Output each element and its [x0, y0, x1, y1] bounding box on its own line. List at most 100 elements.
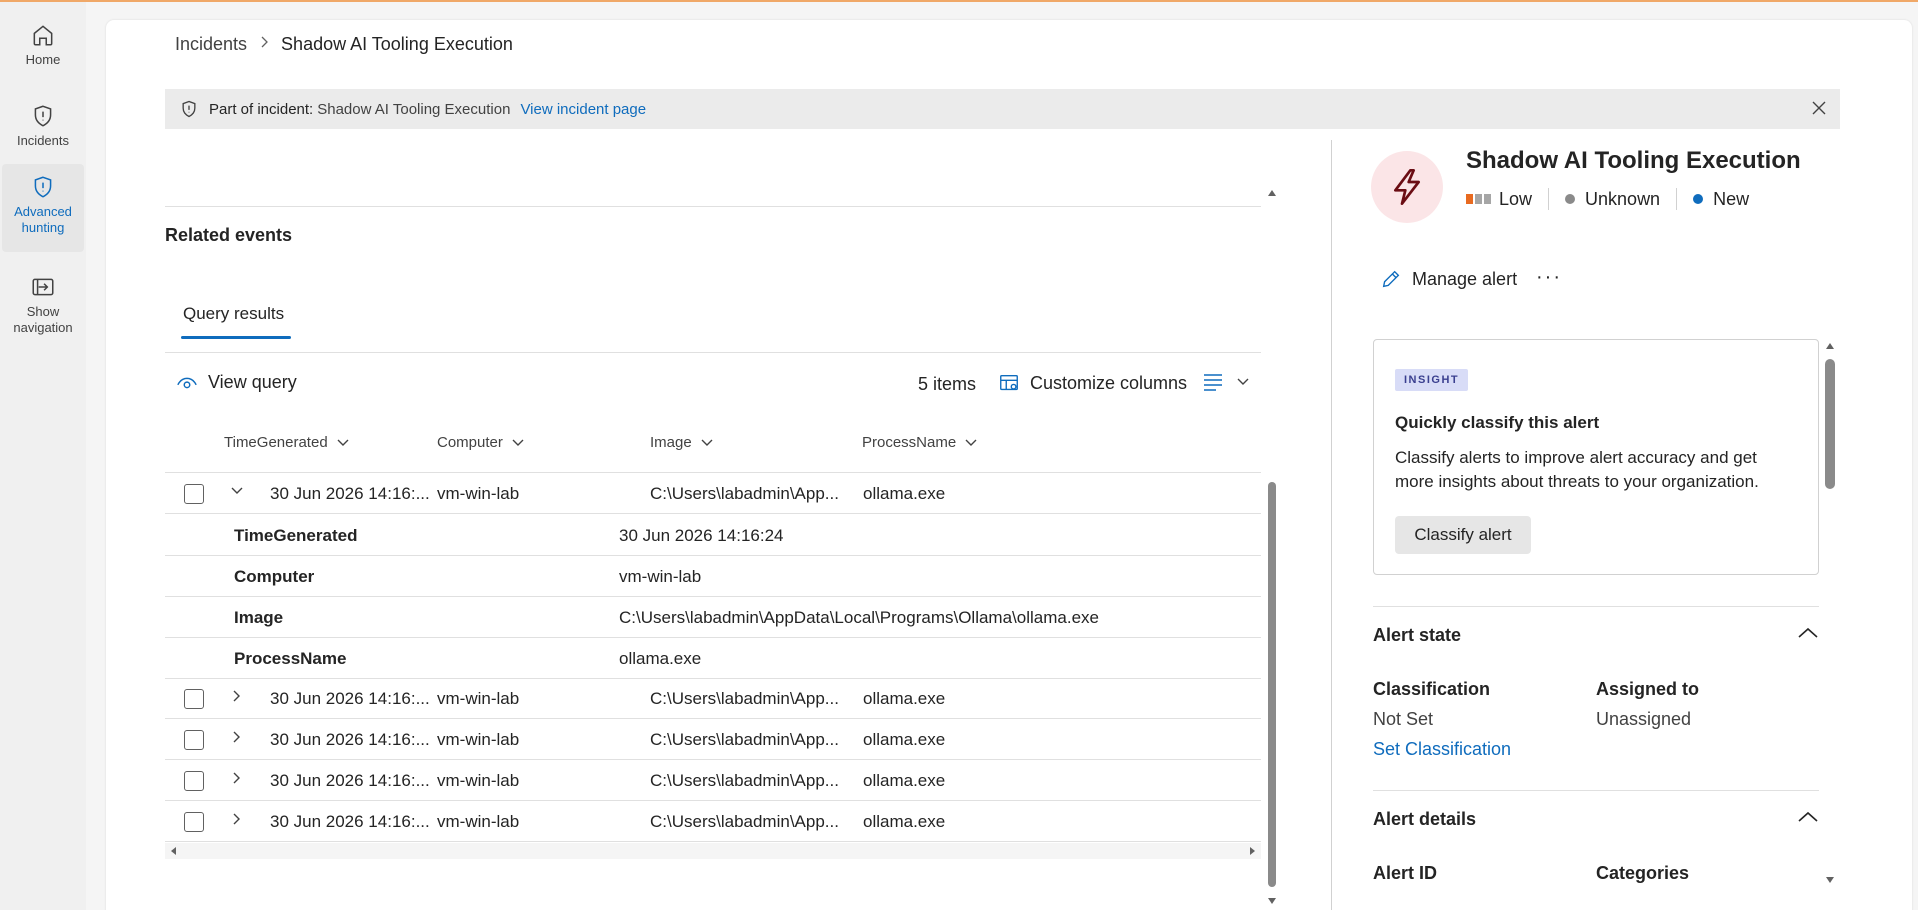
table-row[interactable]: 30 Jun 2026 14:16:... vm-win-lab C:\User… — [165, 473, 1261, 514]
column-header-label: Image — [650, 434, 692, 451]
cell-computer: vm-win-lab — [437, 484, 520, 503]
classify-alert-button[interactable]: Classify alert — [1395, 516, 1531, 554]
detail-row: Image C:\Users\labadmin\AppData\Local\Pr… — [165, 597, 1261, 638]
column-header-label: Computer — [437, 434, 503, 451]
detail-key: TimeGenerated — [234, 526, 358, 545]
assigned-to-value: Unassigned — [1596, 709, 1692, 729]
column-header-label: TimeGenerated — [224, 434, 328, 451]
chevron-down-icon[interactable] — [229, 483, 245, 504]
cell-image: C:\Users\labadmin\App... — [650, 689, 839, 708]
scroll-down-icon[interactable] — [1825, 875, 1835, 885]
shield-info-icon — [179, 99, 199, 119]
left-navigation: Home Incidents Advanced hunting Show nav… — [0, 2, 86, 910]
detail-row: ProcessName ollama.exe — [165, 638, 1261, 679]
column-header-image[interactable]: Image — [650, 434, 714, 451]
manage-alert-button[interactable]: Manage alert — [1380, 268, 1517, 290]
nav-incidents[interactable]: Incidents — [0, 103, 86, 149]
banner-incident-name: Shadow AI Tooling Execution — [317, 100, 511, 118]
alert-details-title: Alert details — [1373, 809, 1477, 829]
chevron-right-icon — [259, 35, 269, 54]
shield-alert-icon — [34, 105, 52, 127]
scroll-down-icon[interactable] — [1267, 896, 1277, 906]
chevron-right-icon[interactable] — [229, 811, 245, 832]
severity-label: Low — [1499, 188, 1533, 209]
alert-details-section-header[interactable]: Alert details — [1373, 809, 1819, 830]
right-panel-scrollbar[interactable] — [1822, 339, 1838, 889]
insight-card: INSIGHT Quickly classify this alert Clas… — [1373, 339, 1819, 575]
alert-state-section-header[interactable]: Alert state — [1373, 625, 1819, 646]
unknown-dot-icon — [1565, 194, 1576, 204]
column-header-timegenerated[interactable]: TimeGenerated — [224, 434, 350, 451]
detail-value: ollama.exe — [619, 649, 702, 668]
detail-row: TimeGenerated 30 Jun 2026 14:16:24 — [165, 515, 1261, 556]
nav-advanced-label-2: hunting — [21, 220, 65, 235]
tab-query-results[interactable]: Query results — [183, 304, 284, 324]
chevron-right-icon[interactable] — [229, 688, 245, 709]
status-label: New — [1713, 188, 1750, 209]
chevron-down-icon — [1237, 378, 1249, 385]
insight-badge: INSIGHT — [1395, 369, 1469, 391]
customize-columns-button[interactable]: Customize columns — [998, 372, 1187, 394]
horizontal-scrollbar[interactable] — [165, 843, 1261, 859]
cell-computer: vm-win-lab — [437, 812, 520, 831]
nav-show-label-2: navigation — [13, 320, 73, 335]
nav-advanced-hunting[interactable]: Advanced hunting — [2, 164, 84, 252]
row-checkbox[interactable] — [184, 730, 204, 750]
panel-divider — [1331, 140, 1332, 910]
row-density-dropdown[interactable] — [1202, 372, 1250, 392]
vertical-scrollbar[interactable] — [1264, 188, 1280, 910]
cell-time: 30 Jun 2026 14:16:... — [270, 689, 430, 708]
nav-home[interactable]: Home — [0, 22, 86, 68]
scrollbar-thumb[interactable] — [1825, 359, 1835, 489]
expand-panel-icon — [32, 278, 54, 296]
scroll-up-icon[interactable] — [1267, 188, 1277, 198]
breadcrumb-incidents-link[interactable]: Incidents — [175, 34, 247, 55]
classification-value: Not Set — [1373, 709, 1434, 729]
scrollbar-thumb[interactable] — [1268, 482, 1276, 887]
status-dot-icon — [1693, 194, 1704, 204]
row-checkbox[interactable] — [184, 812, 204, 832]
row-checkbox[interactable] — [184, 689, 204, 709]
scroll-right-icon[interactable] — [1247, 846, 1257, 856]
chevron-right-icon[interactable] — [229, 770, 245, 791]
detail-value: vm-win-lab — [619, 567, 702, 586]
table-row[interactable]: 30 Jun 2026 14:16:... vm-win-lab C:\User… — [165, 719, 1261, 760]
determination-label: Unknown — [1585, 188, 1661, 209]
chevron-down-icon — [337, 439, 349, 446]
nav-incidents-label: Incidents — [16, 133, 70, 148]
manage-alert-label: Manage alert — [1412, 268, 1518, 289]
cell-process: ollama.exe — [863, 484, 946, 503]
table-row[interactable]: 30 Jun 2026 14:16:... vm-win-lab C:\User… — [165, 678, 1261, 719]
home-icon — [33, 25, 53, 46]
divider — [165, 206, 1261, 207]
close-icon[interactable] — [1810, 99, 1828, 121]
alert-id-label: Alert ID — [1373, 863, 1438, 883]
breadcrumb-current: Shadow AI Tooling Execution — [281, 34, 513, 54]
chevron-down-icon — [512, 439, 524, 446]
items-count: 5 items — [918, 374, 977, 394]
set-classification-link[interactable]: Set Classification — [1373, 739, 1511, 760]
column-header-computer[interactable]: Computer — [437, 434, 525, 451]
assigned-to-label: Assigned to — [1596, 679, 1700, 699]
more-options-button[interactable]: ··· — [1536, 266, 1562, 289]
divider — [1548, 188, 1550, 210]
chevron-right-icon[interactable] — [229, 729, 245, 750]
view-incident-page-link[interactable]: View incident page — [520, 101, 646, 118]
view-query-button[interactable]: View query — [176, 372, 297, 393]
column-header-processname[interactable]: ProcessName — [862, 434, 978, 451]
chevron-down-icon — [965, 439, 977, 446]
row-checkbox[interactable] — [184, 484, 204, 504]
table-row[interactable]: 30 Jun 2026 14:16:... vm-win-lab C:\User… — [165, 760, 1261, 801]
table-row[interactable]: 30 Jun 2026 14:16:... vm-win-lab C:\User… — [165, 801, 1261, 842]
cell-time: 30 Jun 2026 14:16:... — [270, 730, 430, 749]
customize-columns-label: Customize columns — [1030, 372, 1188, 393]
row-checkbox[interactable] — [184, 771, 204, 791]
chevron-up-icon[interactable] — [1797, 809, 1819, 830]
alert-lightning-icon — [1371, 151, 1443, 223]
chevron-down-icon — [701, 439, 713, 446]
insight-body: Classify alerts to improve alert accurac… — [1395, 448, 1759, 491]
nav-show-navigation[interactable]: Show navigation — [0, 274, 86, 336]
scroll-left-icon[interactable] — [169, 846, 179, 856]
scroll-up-icon[interactable] — [1825, 341, 1835, 351]
chevron-up-icon[interactable] — [1797, 625, 1819, 646]
